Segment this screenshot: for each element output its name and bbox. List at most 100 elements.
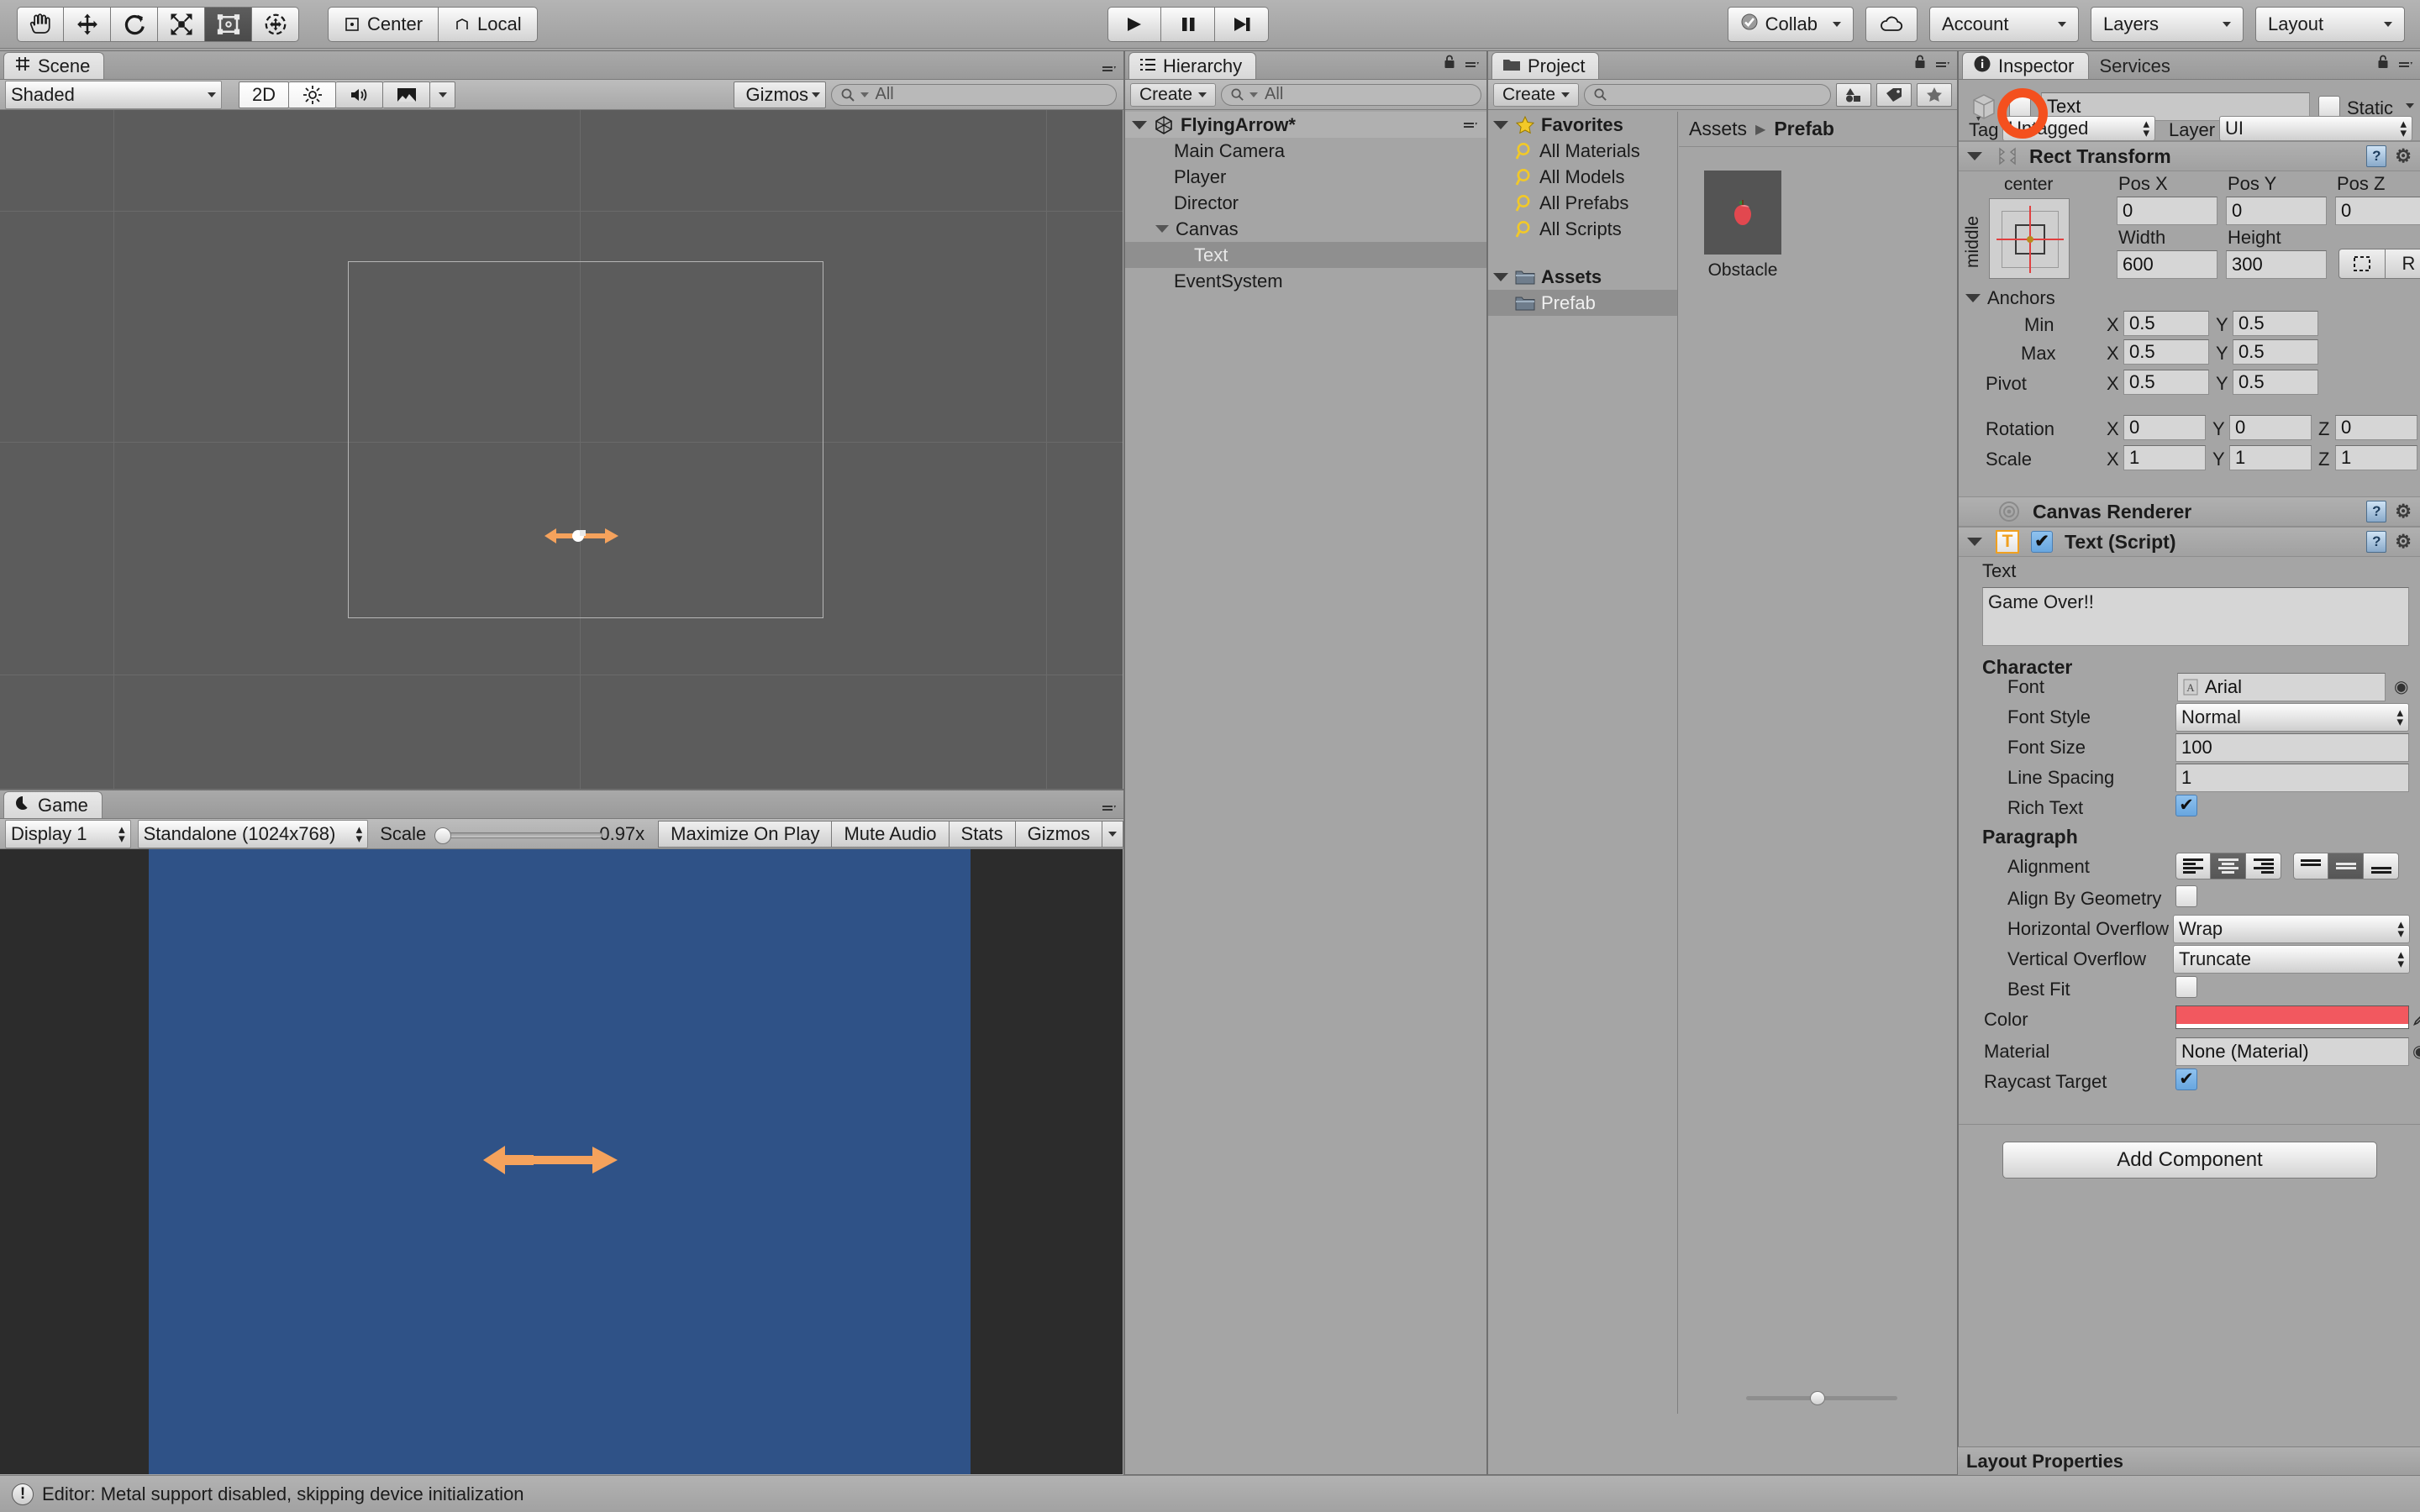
height-input[interactable]: 300 (2226, 250, 2327, 279)
project-tree-all-models[interactable]: All Models (1488, 164, 1677, 190)
project-tree-all-materials[interactable]: All Materials (1488, 138, 1677, 164)
hierarchy-create-button[interactable]: Create (1130, 82, 1217, 107)
project-tree-prefab[interactable]: Prefab (1488, 290, 1677, 316)
align-center-button[interactable] (2211, 853, 2246, 879)
inspector-tab-tools[interactable] (2376, 53, 2413, 75)
pivot-rotation-button[interactable]: Local (439, 6, 538, 42)
horizontal-overflow-dropdown[interactable]: Wrap ▴ ▾ (2173, 915, 2410, 943)
game-viewport[interactable] (0, 849, 1123, 1474)
status-bar[interactable]: ! Editor: Metal support disabled, skippi… (0, 1475, 2420, 1512)
font-size-input[interactable]: 100 (2175, 733, 2409, 762)
scene-gizmos-button[interactable]: Gizmos (733, 81, 826, 108)
tab-scene[interactable]: Scene (3, 52, 105, 79)
layers-button[interactable]: Layers (2091, 7, 2244, 42)
scene-draw-mode-dropdown[interactable]: Shaded (5, 80, 222, 109)
play-button[interactable] (1107, 7, 1161, 42)
scene-effects-dropdown[interactable] (430, 81, 455, 108)
anchors-foldout[interactable]: Anchors (1965, 287, 2055, 309)
scene-2d-toggle[interactable]: 2D (239, 81, 289, 108)
raycast-target-checkbox[interactable] (2175, 1068, 2197, 1090)
chevron-down-icon[interactable] (1493, 272, 1508, 281)
project-tree-all-scripts[interactable]: All Scripts (1488, 216, 1677, 242)
collab-button[interactable]: Collab (1727, 7, 1854, 42)
game-scale-slider[interactable] (434, 827, 603, 844)
pivot-x-input[interactable]: 0.5 (2123, 370, 2209, 395)
help-icon[interactable]: ? (2366, 145, 2387, 167)
scale-tool-button[interactable] (158, 6, 205, 42)
project-create-button[interactable]: Create (1493, 82, 1580, 107)
tab-project[interactable]: Project (1491, 52, 1600, 79)
selection-handle[interactable] (580, 530, 586, 536)
rotate-tool-button[interactable] (111, 6, 158, 42)
chevron-down-icon[interactable] (2406, 103, 2414, 108)
breadcrumb-assets[interactable]: Assets (1689, 118, 1747, 140)
rotation-z-input[interactable]: 0 (2335, 415, 2417, 440)
chevron-down-icon[interactable] (1155, 225, 1169, 233)
scale-x-input[interactable]: 1 (2123, 445, 2206, 470)
static-checkbox[interactable] (2318, 96, 2340, 118)
raw-edit-mode-button[interactable]: R (2386, 249, 2420, 279)
font-object-field[interactable]: A Arial (2177, 673, 2386, 701)
lock-icon[interactable] (1913, 53, 1927, 75)
chevron-down-icon[interactable] (1493, 120, 1508, 129)
project-favorite-button[interactable] (1917, 82, 1952, 107)
text-field-textarea[interactable]: Game Over!! (1982, 587, 2409, 646)
add-component-button[interactable]: Add Component (2002, 1142, 2377, 1179)
scene-tab-tools[interactable] (1102, 61, 1117, 75)
gear-icon[interactable]: ⚙ (2395, 501, 2412, 522)
pause-button[interactable] (1161, 7, 1215, 42)
chevron-down-icon[interactable] (1967, 152, 1982, 160)
lock-icon[interactable] (2376, 53, 2390, 75)
hand-tool-button[interactable] (17, 6, 64, 42)
anchor-min-x-input[interactable]: 0.5 (2123, 311, 2209, 336)
hierarchy-row-canvas[interactable]: Canvas (1125, 216, 1486, 242)
align-middle-button[interactable] (2328, 853, 2364, 879)
project-search-input[interactable] (1584, 83, 1831, 106)
hierarchy-row-main-camera[interactable]: Main Camera (1125, 138, 1486, 164)
scene-viewport[interactable] (0, 110, 1123, 789)
pivot-mode-button[interactable]: Center (328, 6, 439, 42)
move-tool-button[interactable] (64, 6, 111, 42)
anchor-min-y-input[interactable]: 0.5 (2233, 311, 2318, 336)
transform-tool-button[interactable] (252, 6, 299, 42)
tab-inspector[interactable]: Inspector (1962, 52, 2089, 79)
align-right-button[interactable] (2246, 853, 2281, 879)
rect-tool-button[interactable] (205, 6, 252, 42)
align-bottom-button[interactable] (2364, 853, 2399, 879)
lock-icon[interactable] (1443, 53, 1456, 75)
game-gizmos-button[interactable]: Gizmos (1015, 820, 1103, 848)
rotation-y-input[interactable]: 0 (2229, 415, 2312, 440)
hierarchy-row-eventsystem[interactable]: EventSystem (1125, 268, 1486, 294)
align-by-geometry-checkbox[interactable] (2175, 885, 2197, 907)
layer-dropdown[interactable]: UI ▴ ▾ (2219, 116, 2412, 141)
pivot-y-input[interactable]: 0.5 (2233, 370, 2318, 395)
anchor-max-y-input[interactable]: 0.5 (2233, 339, 2318, 365)
hierarchy-row-director[interactable]: Director (1125, 190, 1486, 216)
project-filter-type-button[interactable] (1836, 82, 1871, 107)
project-tree-favorites[interactable]: Favorites (1488, 112, 1677, 138)
hierarchy-tab-tools[interactable] (1443, 53, 1480, 75)
project-tree-all-prefabs[interactable]: All Prefabs (1488, 190, 1677, 216)
scene-search-input[interactable]: All (830, 83, 1117, 106)
step-button[interactable] (1215, 7, 1269, 42)
slider-thumb[interactable] (1810, 1391, 1825, 1405)
gear-icon[interactable]: ⚙ (2395, 145, 2412, 167)
best-fit-checkbox[interactable] (2175, 976, 2197, 998)
game-tab-tools[interactable] (1102, 801, 1117, 814)
project-tree-assets[interactable]: Assets (1488, 264, 1677, 290)
layout-button[interactable]: Layout (2255, 7, 2405, 42)
chevron-down-icon[interactable] (1967, 538, 1982, 546)
rect-transform-header[interactable]: Rect Transform ? ⚙ (1959, 141, 2420, 171)
hierarchy-search-input[interactable]: All (1221, 83, 1481, 106)
project-tab-tools[interactable] (1913, 53, 1950, 75)
scene-audio-toggle[interactable] (336, 81, 383, 108)
tab-hierarchy[interactable]: Hierarchy (1128, 52, 1257, 79)
width-input[interactable]: 600 (2117, 250, 2217, 279)
pos-x-input[interactable]: 0 (2117, 197, 2217, 225)
canvas-renderer-header[interactable]: Canvas Renderer ? ⚙ (1959, 496, 2420, 527)
gear-icon[interactable]: ⚙ (2395, 531, 2412, 553)
game-gizmos-dropdown[interactable] (1102, 820, 1123, 848)
project-filter-label-button[interactable] (1876, 82, 1912, 107)
text-script-header[interactable]: T Text (Script) ? ⚙ (1959, 527, 2420, 557)
game-mute-audio-toggle[interactable]: Mute Audio (832, 820, 950, 848)
